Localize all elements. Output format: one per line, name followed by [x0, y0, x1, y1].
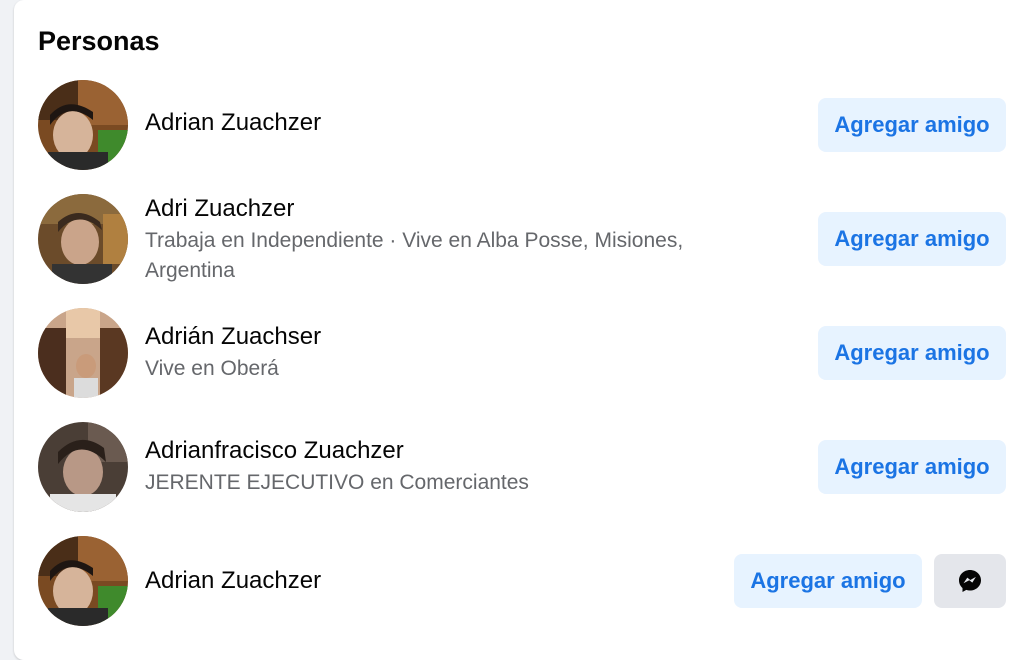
section-title: Personas: [38, 26, 160, 56]
person-info: Adri Zuachzer Trabaja en Independiente ·…: [145, 194, 735, 286]
person-row: Adri Zuachzer Trabaja en Independiente ·…: [14, 184, 1024, 298]
avatar[interactable]: [38, 80, 128, 170]
person-name[interactable]: Adrianfracisco Zuachzer: [145, 436, 735, 466]
person-info: Adrián Zuachser Vive en Oberá: [145, 322, 735, 384]
add-friend-button[interactable]: Agregar amigo: [818, 98, 1006, 152]
person-row: Adrianfracisco Zuachzer JERENTE EJECUTIV…: [14, 412, 1024, 526]
add-friend-button[interactable]: Agregar amigo: [818, 326, 1006, 380]
person-name[interactable]: Adrian Zuachzer: [145, 566, 735, 596]
person-info: Adrian Zuachzer: [145, 566, 735, 596]
person-detail: Trabaja en Independiente · Vive en Alba …: [145, 229, 684, 282]
messenger-button[interactable]: [934, 554, 1006, 608]
avatar[interactable]: [38, 194, 128, 284]
person-name[interactable]: Adrián Zuachser: [145, 322, 735, 352]
person-row: Adrian Zuachzer Agregar amigo: [14, 70, 1024, 184]
add-friend-button[interactable]: Agregar amigo: [818, 440, 1006, 494]
avatar[interactable]: [38, 422, 128, 512]
add-friend-button[interactable]: Agregar amigo: [818, 212, 1006, 266]
avatar[interactable]: [38, 308, 128, 398]
person-row: Adrián Zuachser Vive en Oberá Agregar am…: [14, 298, 1024, 412]
people-results-card: Personas Adrian Zuachzer Agregar amigo A…: [14, 0, 1024, 660]
add-friend-button[interactable]: Agregar amigo: [734, 554, 922, 608]
person-name[interactable]: Adrian Zuachzer: [145, 108, 735, 138]
person-info: Adrian Zuachzer: [145, 108, 735, 138]
person-info: Adrianfracisco Zuachzer JERENTE EJECUTIV…: [145, 436, 735, 498]
messenger-icon: [957, 568, 983, 594]
person-row: Adrian Zuachzer Agregar amigo: [14, 526, 1024, 640]
person-name[interactable]: Adri Zuachzer: [145, 194, 735, 224]
person-detail: JERENTE EJECUTIVO en Comerciantes: [145, 471, 529, 494]
avatar[interactable]: [38, 536, 128, 626]
person-detail: Vive en Oberá: [145, 357, 279, 380]
